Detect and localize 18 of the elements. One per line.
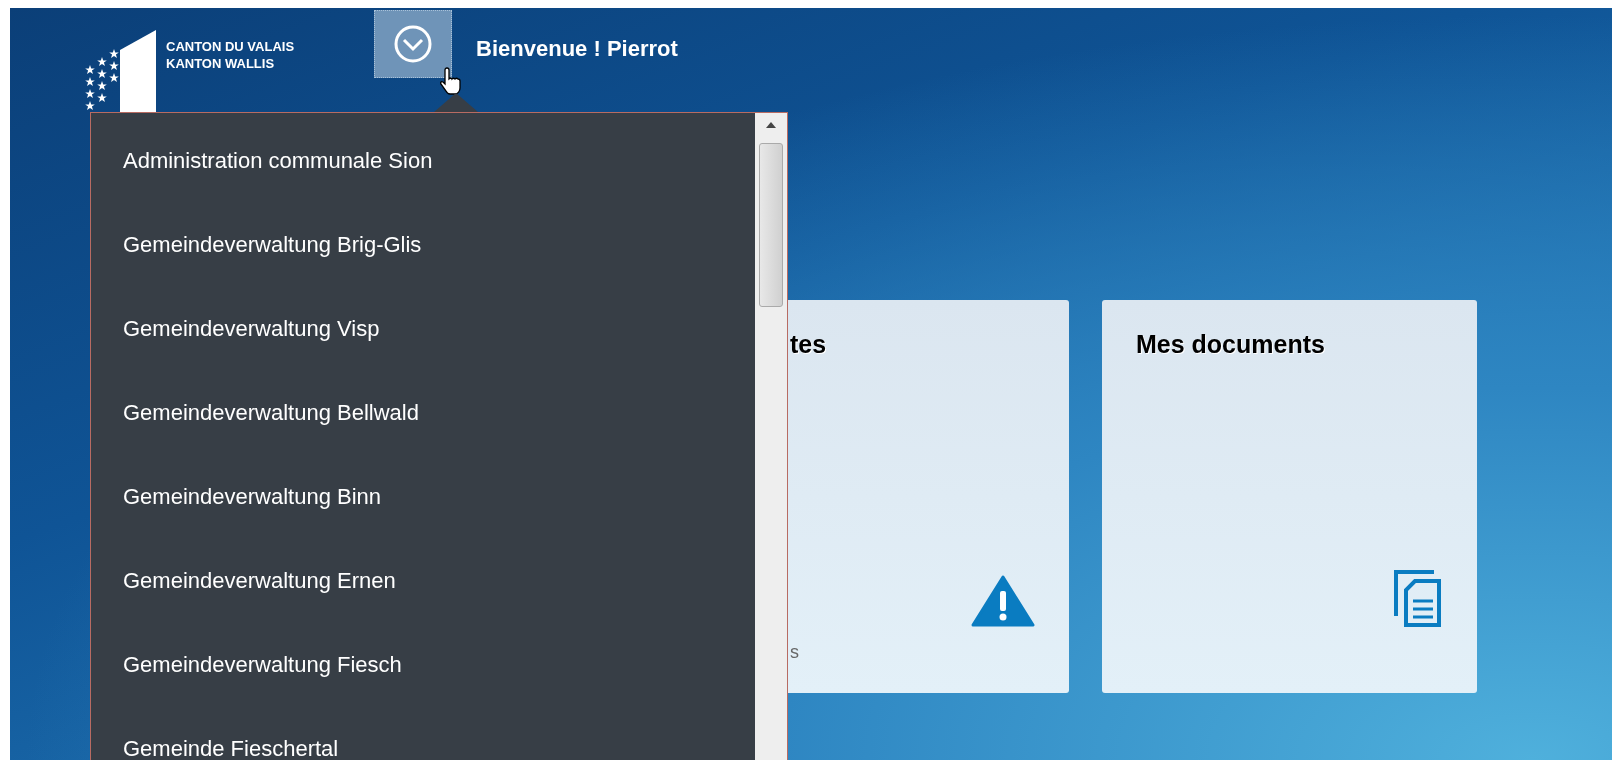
dropdown-button[interactable] — [374, 10, 453, 78]
logo-text: CANTON DU VALAIS — [166, 38, 295, 55]
menu-item[interactable]: Administration communale Sion — [91, 119, 755, 203]
tile-footer: s — [790, 642, 799, 663]
hand-cursor-icon — [440, 66, 464, 96]
menu-item[interactable]: Gemeinde Fieschertal — [91, 707, 755, 760]
chevron-down-circle-icon — [393, 24, 434, 64]
logo-text: KANTON WALLIS — [166, 55, 276, 72]
tile[interactable]: Mes documents — [1102, 300, 1477, 693]
tile-title: tes — [790, 330, 827, 359]
welcome-text: Bienvenue ! Pierrot — [476, 36, 678, 62]
documents-icon — [1393, 569, 1443, 627]
menu-item[interactable]: Gemeindeverwaltung Brig-Glis — [91, 203, 755, 287]
warning-icon — [971, 575, 1035, 627]
tile-title: Mes documents — [1136, 330, 1325, 359]
scrollbar[interactable] — [755, 113, 787, 760]
scrollbar-thumb[interactable] — [759, 143, 783, 307]
scroll-up-arrow-icon[interactable] — [765, 121, 777, 129]
